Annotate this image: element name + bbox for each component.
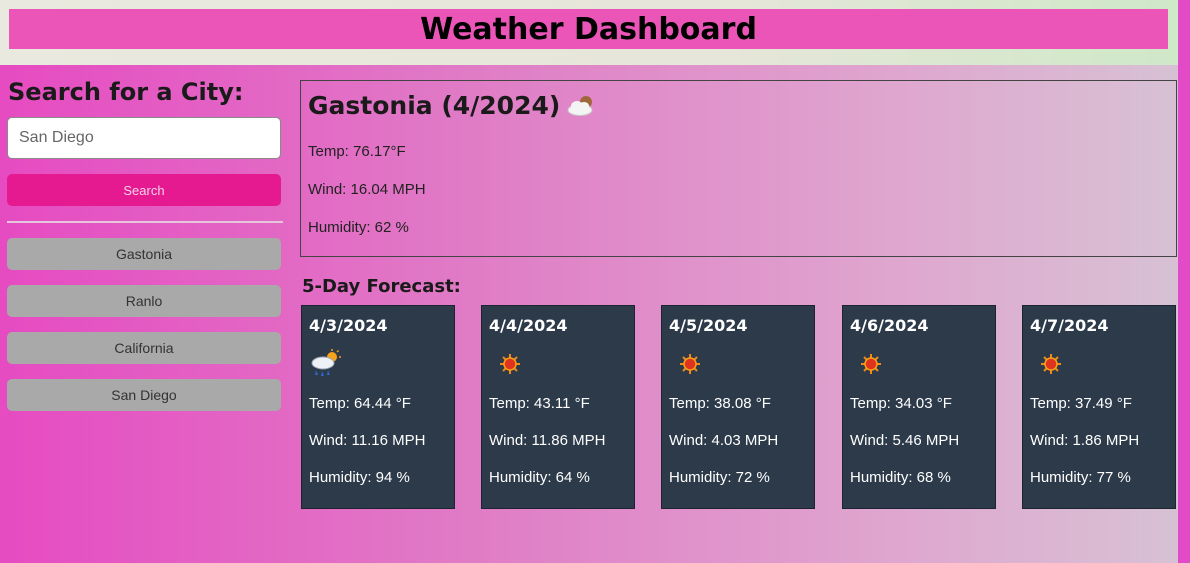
partly-cloudy-icon bbox=[567, 95, 593, 116]
current-city-date: Gastonia (4/2024) bbox=[308, 91, 561, 120]
forecast-temp: Temp: 34.03 °F bbox=[850, 395, 952, 412]
history-item-san-diego[interactable]: San Diego bbox=[7, 379, 281, 411]
forecast-wind: Wind: 1.86 MPH bbox=[1030, 432, 1140, 449]
sun-icon bbox=[500, 354, 520, 374]
current-temp: Temp: 76.17°F bbox=[308, 143, 406, 160]
sun-icon bbox=[680, 354, 700, 374]
forecast-card: 4/7/2024 Temp: 37.49 °F Wind: 1.86 MPH H… bbox=[1022, 305, 1176, 509]
forecast-date: 4/5/2024 bbox=[669, 316, 748, 335]
forecast-temp: Temp: 37.49 °F bbox=[1030, 395, 1132, 412]
forecast-date: 4/4/2024 bbox=[489, 316, 568, 335]
page-title: Weather Dashboard bbox=[420, 11, 757, 47]
search-history: Gastonia Ranlo California San Diego bbox=[7, 238, 281, 426]
forecast-temp: Temp: 64.44 °F bbox=[309, 395, 411, 412]
forecast-temp: Temp: 43.11 °F bbox=[489, 395, 590, 412]
forecast-wind: Wind: 4.03 MPH bbox=[669, 432, 779, 449]
history-item-ranlo[interactable]: Ranlo bbox=[7, 285, 281, 317]
forecast-humidity: Humidity: 72 % bbox=[669, 469, 770, 486]
forecast-date: 4/7/2024 bbox=[1030, 316, 1109, 335]
forecast-humidity: Humidity: 94 % bbox=[309, 469, 410, 486]
current-weather-title: Gastonia (4/2024) bbox=[308, 91, 602, 120]
forecast-card: 4/6/2024 Temp: 34.03 °F Wind: 5.46 MPH H… bbox=[842, 305, 996, 509]
forecast-wind: Wind: 5.46 MPH bbox=[850, 432, 960, 449]
current-wind: Wind: 16.04 MPH bbox=[308, 181, 426, 198]
search-button[interactable]: Search bbox=[7, 174, 281, 206]
forecast-wind: Wind: 11.86 MPH bbox=[489, 432, 606, 449]
rain-icon bbox=[311, 349, 341, 376]
forecast-wind: Wind: 11.16 MPH bbox=[309, 432, 426, 449]
forecast-date: 4/6/2024 bbox=[850, 316, 929, 335]
forecast-card: 4/3/2024 Temp: 64.44 °F Wind: 11.16 MPH … bbox=[301, 305, 455, 509]
forecast-temp: Temp: 38.08 °F bbox=[669, 395, 771, 412]
sun-icon bbox=[1041, 354, 1061, 374]
city-search-input[interactable] bbox=[7, 117, 281, 159]
current-humidity: Humidity: 62 % bbox=[308, 219, 409, 236]
history-item-gastonia[interactable]: Gastonia bbox=[7, 238, 281, 270]
forecast-humidity: Humidity: 68 % bbox=[850, 469, 951, 486]
current-weather-panel: Gastonia (4/2024) Temp: 76.17°F Wind: 16… bbox=[300, 80, 1177, 257]
title-bar: Weather Dashboard bbox=[9, 9, 1168, 49]
forecast-card: 4/4/2024 Temp: 43.11 °F Wind: 11.86 MPH … bbox=[481, 305, 635, 509]
forecast-date: 4/3/2024 bbox=[309, 316, 388, 335]
forecast-humidity: Humidity: 77 % bbox=[1030, 469, 1131, 486]
history-item-california[interactable]: California bbox=[7, 332, 281, 364]
forecast-humidity: Humidity: 64 % bbox=[489, 469, 590, 486]
forecast-heading: 5-Day Forecast: bbox=[302, 276, 461, 297]
sidebar-divider bbox=[7, 221, 283, 223]
sun-icon bbox=[861, 354, 881, 374]
right-edge-stripe bbox=[1178, 0, 1190, 563]
header: Weather Dashboard bbox=[0, 0, 1178, 65]
search-heading: Search for a City: bbox=[8, 78, 244, 106]
forecast-card: 4/5/2024 Temp: 38.08 °F Wind: 4.03 MPH H… bbox=[661, 305, 815, 509]
